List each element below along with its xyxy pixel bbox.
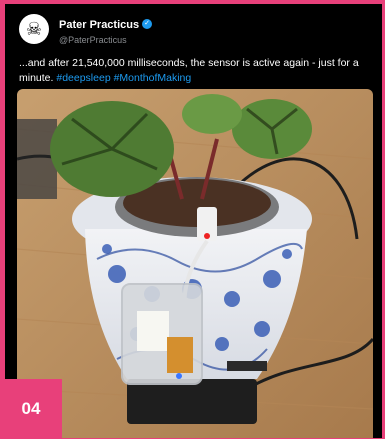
tweet-card: ☠ Pater Practicus ✓ @PaterPracticus ...an…	[5, 4, 382, 438]
hashtag-deepsleep[interactable]: #deepsleep	[56, 72, 110, 84]
plant-sensor-photo	[17, 89, 373, 438]
tweet-text: ...and after 21,540,000 milliseconds, th…	[19, 56, 369, 86]
author-info: Pater Practicus ✓ @PaterPracticus	[59, 15, 153, 45]
author-name[interactable]: Pater Practicus	[59, 19, 139, 31]
verified-checkmark-icon: ✓	[142, 18, 153, 29]
avatar[interactable]: ☠	[19, 14, 49, 44]
skull-crossbones-icon: ☠	[25, 19, 43, 39]
author-handle[interactable]: @PaterPracticus	[59, 35, 152, 45]
figure-number-badge: 04	[0, 379, 62, 439]
tweet-photo[interactable]	[17, 89, 373, 438]
hashtag-monthofmaking[interactable]: #MonthofMaking	[114, 72, 192, 84]
